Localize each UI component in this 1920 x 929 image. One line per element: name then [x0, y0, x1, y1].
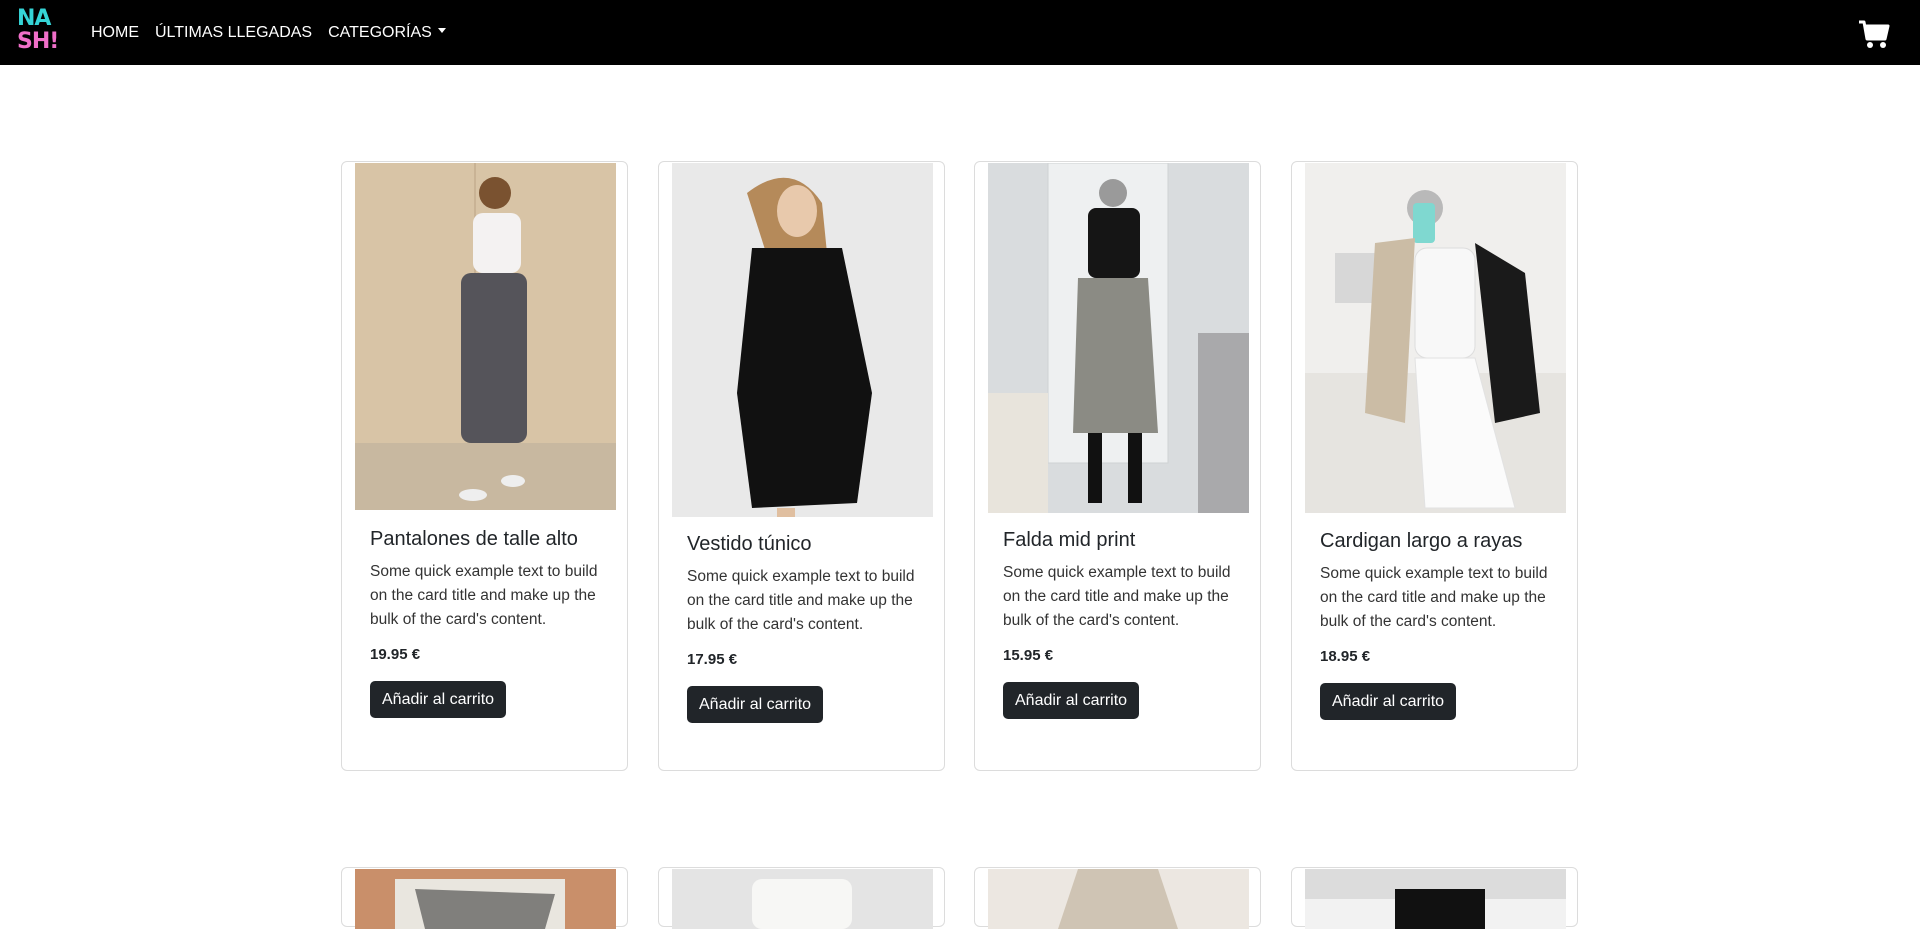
nav-link-ultimas-llegadas[interactable]: ÚLTIMAS LLEGADAS [155, 24, 312, 42]
product-price: 18.95 € [1320, 648, 1371, 665]
add-to-cart-button[interactable]: Añadir al carrito [1320, 683, 1457, 720]
product-card [1291, 867, 1578, 929]
chevron-down-icon [437, 27, 446, 33]
logo-line-2: SH! [17, 29, 59, 54]
product-image[interactable] [1305, 163, 1566, 513]
product-image[interactable] [672, 869, 933, 929]
product-title: Pantalones de talle alto [370, 528, 578, 550]
product-description: Some quick example text to build on the … [687, 568, 915, 633]
product-title: Cardigan largo a rayas [1320, 530, 1523, 552]
product-image[interactable] [988, 163, 1249, 513]
product-description: Some quick example text to build on the … [1320, 565, 1548, 630]
product-image[interactable] [1305, 869, 1566, 929]
product-card: Cardigan largo a rayas Some quick exampl… [1291, 161, 1578, 771]
product-card: Pantalones de talle alto Some quick exam… [341, 161, 628, 771]
logo-line-1: NA [17, 6, 51, 31]
product-image[interactable] [355, 163, 616, 510]
product-title: Vestido túnico [687, 533, 812, 555]
card-body: Falda mid print Some quick example text … [1003, 529, 1240, 719]
brand-logo[interactable]: NA SH! [17, 7, 61, 57]
nav-link-categorias-label: CATEGORÍAS [328, 23, 432, 41]
product-card [341, 867, 628, 929]
product-card: Falda mid print Some quick example text … [974, 161, 1261, 771]
product-image[interactable] [355, 869, 616, 929]
product-description: Some quick example text to build on the … [370, 563, 598, 628]
nav-link-categorias[interactable]: CATEGORÍAS [328, 24, 446, 42]
product-card: Vestido túnico Some quick example text t… [658, 161, 945, 771]
product-price: 19.95 € [370, 646, 421, 663]
card-body: Pantalones de talle alto Some quick exam… [370, 528, 607, 718]
card-body: Cardigan largo a rayas Some quick exampl… [1320, 530, 1557, 720]
product-description: Some quick example text to build on the … [1003, 564, 1231, 629]
product-card [658, 867, 945, 929]
product-price: 15.95 € [1003, 647, 1054, 664]
product-image[interactable] [672, 163, 933, 517]
add-to-cart-button[interactable]: Añadir al carrito [1003, 682, 1140, 719]
navbar: NA SH! HOME ÚLTIMAS LLEGADAS CATEGORÍAS [0, 0, 1920, 65]
product-card [974, 867, 1261, 929]
add-to-cart-button[interactable]: Añadir al carrito [370, 681, 507, 718]
nav-link-home[interactable]: HOME [91, 24, 139, 42]
product-title: Falda mid print [1003, 529, 1136, 551]
add-to-cart-button[interactable]: Añadir al carrito [687, 686, 824, 723]
shopping-cart-icon[interactable] [1857, 17, 1891, 51]
product-image[interactable] [988, 869, 1249, 929]
product-price: 17.95 € [687, 651, 738, 668]
nav-links: HOME ÚLTIMAS LLEGADAS CATEGORÍAS [91, 0, 446, 65]
card-body: Vestido túnico Some quick example text t… [687, 533, 924, 723]
